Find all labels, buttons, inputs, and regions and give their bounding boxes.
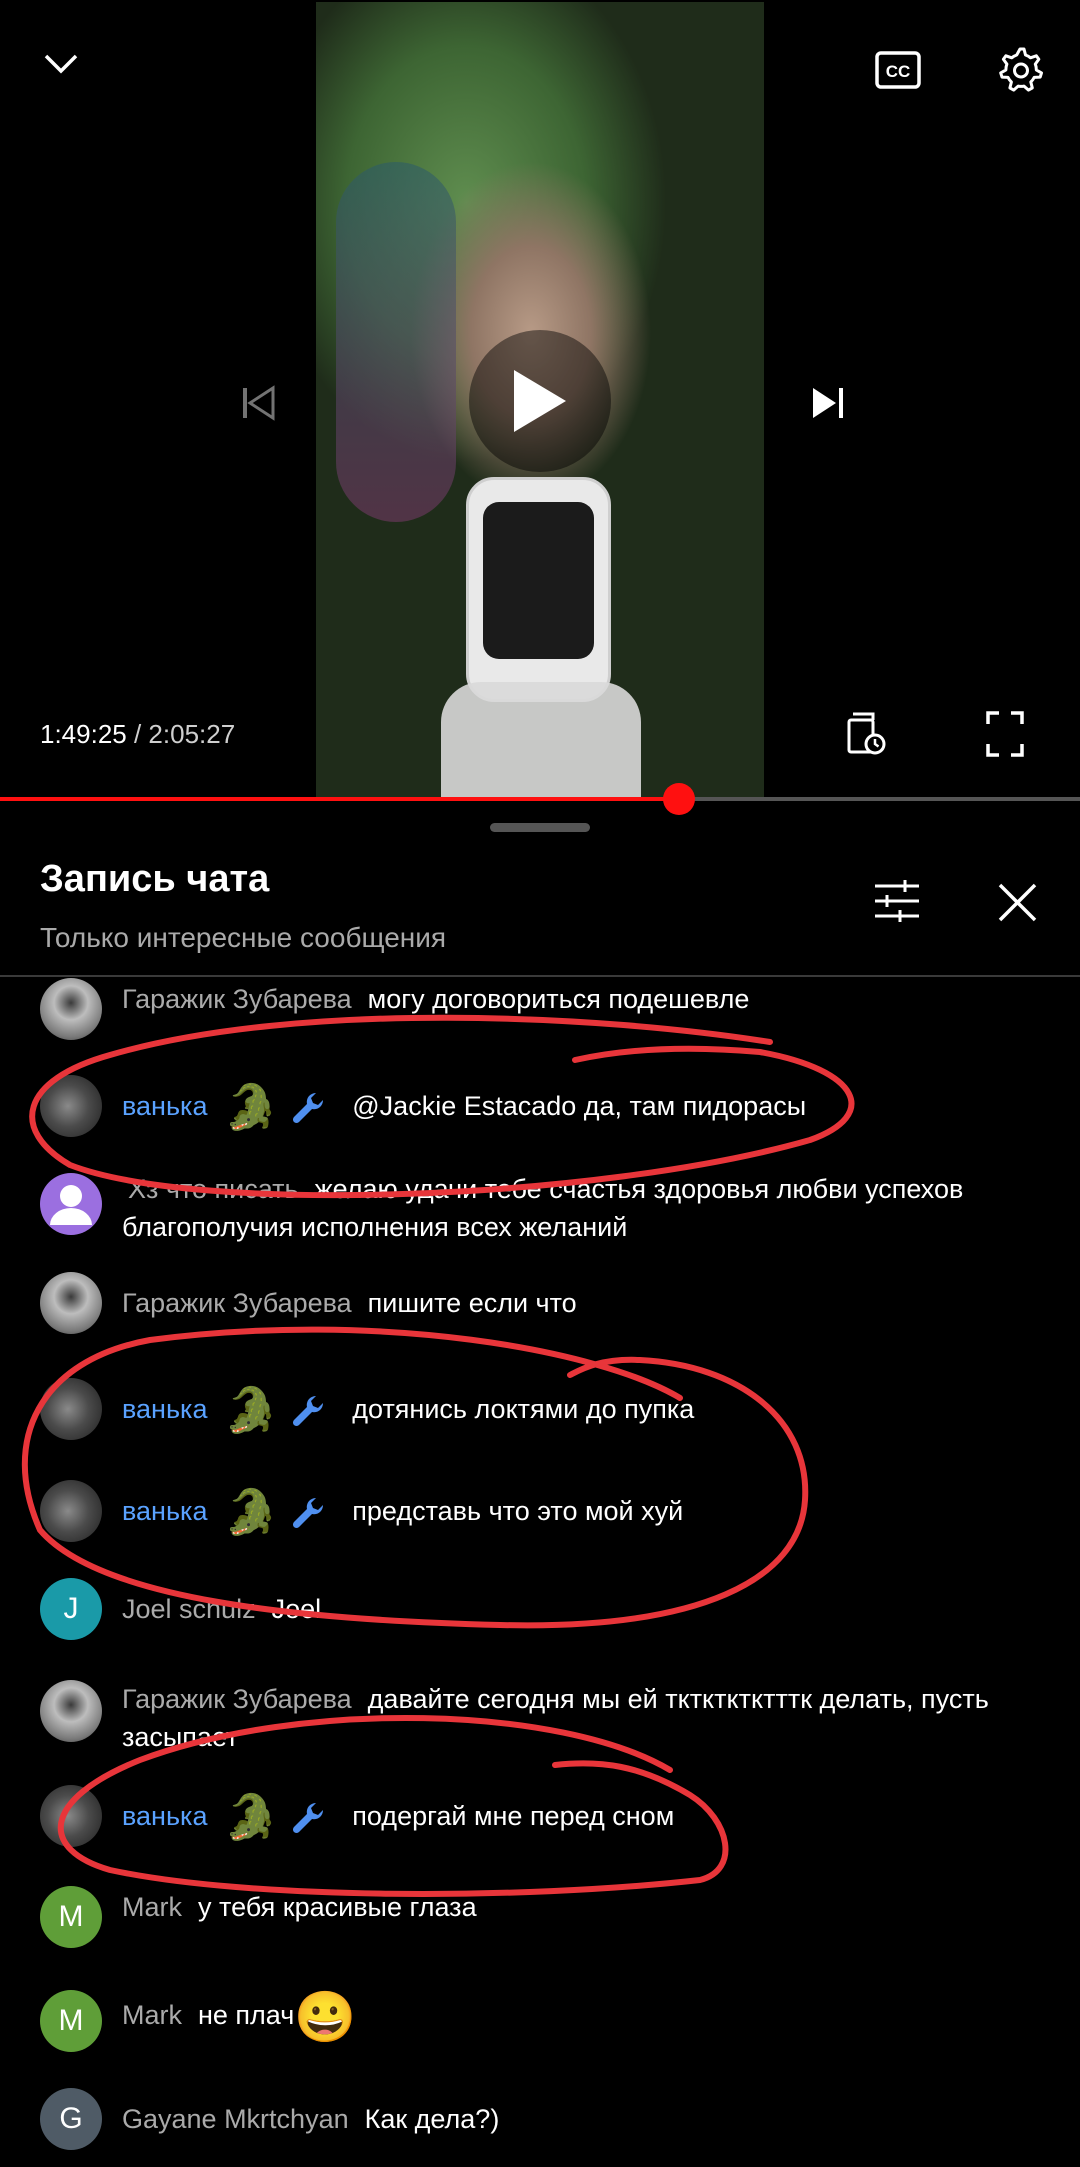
wrench-icon [293, 1395, 324, 1426]
chat-message-body: Гаражик Зубарева могу договориться подеше… [122, 980, 1022, 1018]
progress-scrubber[interactable] [663, 783, 696, 815]
time-display: 1:49:25 / 2:05:27 [40, 719, 235, 750]
chat-text: @Jackie Estacado да, там пидорасы [352, 1091, 807, 1121]
chat-message-body: Mark не плач😀 [122, 1992, 1022, 2042]
wrench-icon [293, 1092, 324, 1123]
chat-message-body: ванька 🐊 дотянись локтями до пупка [122, 1385, 1022, 1435]
time-separator: / [126, 719, 149, 749]
chat-filter-selector[interactable]: Только интересные сообщения [40, 922, 446, 954]
chat-author[interactable]: ванька [122, 1091, 207, 1121]
skip-next-icon[interactable] [800, 375, 855, 430]
chat-text: представь что это мой хуй [352, 1496, 684, 1526]
panel-divider [0, 975, 1080, 977]
chat-author[interactable]: ванька [122, 1394, 207, 1424]
chat-author[interactable]: Mark [122, 1892, 182, 1922]
chat-author[interactable]: Joel schulz [122, 1594, 256, 1624]
avatar[interactable]: M [40, 1990, 102, 2052]
member-badge: 🐊 [223, 1792, 279, 1842]
chat-text: пишите если что [367, 1288, 577, 1318]
chat-author[interactable]: ванька [122, 1496, 207, 1526]
panel-drag-handle[interactable] [490, 823, 590, 832]
chat-message-body: ванька 🐊 представь что это мой хуй [122, 1487, 1022, 1537]
chat-message-body: Гаражик Зубарева пишите если что [122, 1284, 1022, 1322]
chat-message-body: Гаражик Зубарева давайте сегодня мы ей тк… [122, 1680, 1022, 1756]
avatar-initial: M [58, 2004, 84, 2037]
avatar[interactable]: G [40, 2088, 102, 2150]
current-time: 1:49:25 [40, 719, 127, 749]
chat-text: дотянись локтями до пупка [352, 1394, 695, 1424]
avatar[interactable] [40, 1075, 102, 1137]
avatar[interactable] [40, 978, 102, 1040]
gear-icon[interactable] [990, 40, 1050, 100]
wrench-icon [293, 1497, 324, 1528]
avatar-initial: J [63, 1592, 79, 1625]
progress-fill [0, 797, 680, 801]
avatar[interactable] [40, 1680, 102, 1742]
chat-text: Как дела?) [364, 2104, 500, 2134]
avatar[interactable] [40, 1378, 102, 1440]
chat-text: могу договориться подешевле [367, 984, 750, 1014]
play-button[interactable] [469, 330, 611, 472]
video-content [336, 162, 456, 522]
chevron-down-icon[interactable] [36, 44, 86, 84]
chat-text: подергай мне перед сном [352, 1801, 675, 1831]
chat-author[interactable]: Хз что писать [128, 1174, 299, 1204]
chat-text: Joel [271, 1594, 322, 1624]
sliders-icon[interactable] [872, 876, 922, 926]
chat-message-body: ванька 🐊 подергай мне перед сном [122, 1792, 1022, 1842]
chat-text: у тебя красивые глаза [198, 1892, 477, 1922]
grinning-emoji: 😀 [294, 1988, 357, 2045]
chat-author[interactable]: Гаражик Зубарева [122, 1288, 352, 1318]
chat-author[interactable]: Гаражик Зубарева [122, 1684, 352, 1714]
svg-text:CC: CC [886, 62, 911, 81]
avatar[interactable]: J [40, 1578, 102, 1640]
chat-message-body: Mark у тебя красивые глаза [122, 1888, 1022, 1926]
chat-author[interactable]: ванька [122, 1801, 207, 1831]
queue-icon[interactable] [845, 710, 890, 758]
avatar[interactable] [40, 1272, 102, 1334]
chat-message-body: Gayane Mkrtchyan Как дела?) [122, 2100, 1022, 2138]
avatar[interactable]: M [40, 1886, 102, 1948]
fullscreen-icon[interactable] [985, 710, 1025, 758]
avatar-initial: G [59, 2102, 83, 2135]
duration: 2:05:27 [148, 719, 236, 749]
cc-icon[interactable]: CC [868, 44, 928, 96]
panel-title: Запись чата [40, 858, 270, 900]
video-player[interactable]: CC 1:49:25 / 2:05:27 [0, 0, 1080, 815]
avatar-initial: M [58, 1900, 84, 1933]
member-badge: 🐊 [223, 1082, 279, 1132]
play-icon [514, 370, 566, 432]
chat-message-body: ванька 🐊 @Jackie Estacado да, там пидорасы [122, 1082, 1022, 1132]
chat-message-body: Joel schulz Joel [122, 1590, 1022, 1628]
progress-bar[interactable] [0, 783, 1080, 815]
avatar[interactable] [40, 1480, 102, 1542]
chat-author[interactable]: Гаражик Зубарева [122, 984, 352, 1014]
wrench-icon [293, 1802, 324, 1833]
avatar[interactable] [40, 1785, 102, 1847]
video-mic-stand [441, 682, 641, 797]
close-icon[interactable] [995, 880, 1040, 925]
video-microphone [466, 477, 611, 702]
member-badge: 🐊 [223, 1487, 279, 1537]
chat-author[interactable]: Mark [122, 2000, 182, 2030]
person-icon [50, 1185, 92, 1225]
chat-text: не плач [198, 2000, 295, 2030]
chat-author[interactable]: Gayane Mkrtchyan [122, 2104, 349, 2134]
skip-previous-icon[interactable] [230, 375, 285, 430]
avatar[interactable] [40, 1173, 102, 1235]
chat-message-body: Хз что писать желаю удачи тебе счастья зд… [122, 1170, 1022, 1246]
member-badge: 🐊 [223, 1385, 279, 1435]
